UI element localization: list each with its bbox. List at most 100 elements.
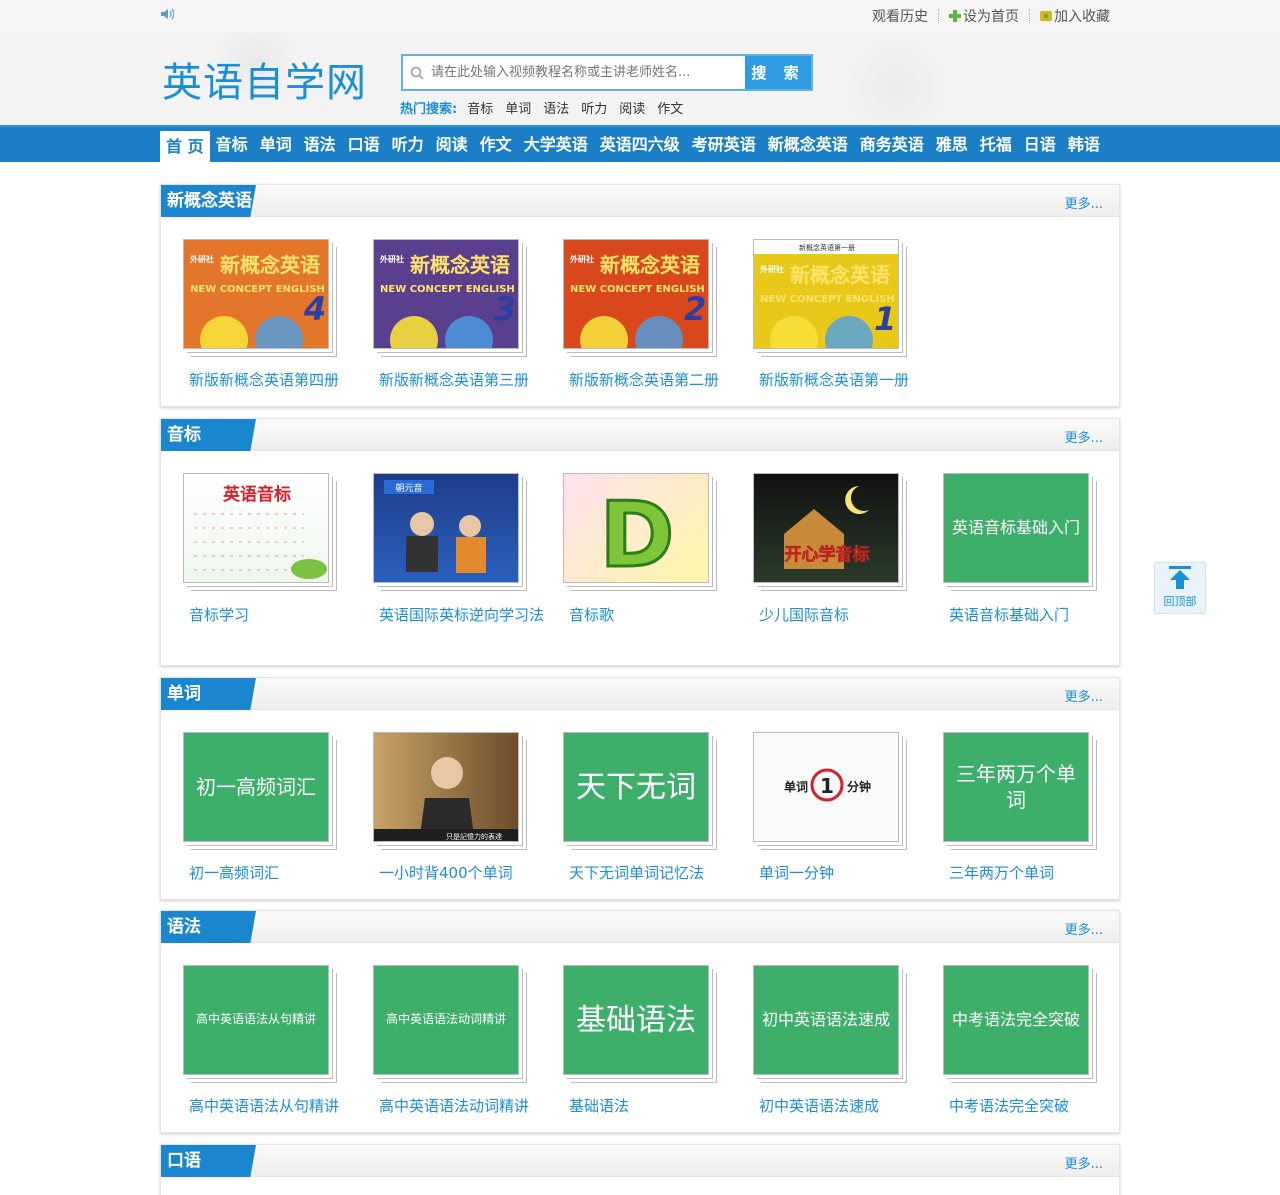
nav-item[interactable]: 音标 <box>210 127 254 162</box>
search-icon <box>403 56 431 89</box>
course-cover[interactable]: 高中英语语法动词精讲 <box>373 965 519 1075</box>
course-title-link[interactable]: 英语国际英标逆向学习法 <box>379 603 549 628</box>
more-link[interactable]: 更多... <box>1065 427 1103 446</box>
bookmark-icon <box>1040 11 1052 21</box>
site-logo[interactable]: 英语自学网 <box>162 50 367 108</box>
hot-search-item[interactable]: 阅读 <box>619 98 645 117</box>
hot-search-item[interactable]: 听力 <box>581 98 607 117</box>
watch-history-link[interactable]: 观看历史 <box>862 6 938 26</box>
course-cover[interactable]: 基础语法 <box>563 965 709 1075</box>
more-link[interactable]: 更多... <box>1065 686 1103 705</box>
course-title-link[interactable]: 初一高频词汇 <box>189 861 359 886</box>
speaker-icon[interactable] <box>160 8 174 20</box>
book-cover[interactable]: 外研社 新概念英语 NEW CONCEPT ENGLISH 4 <box>183 239 329 349</box>
course-cover[interactable]: 只是記憶力的表達 <box>373 732 519 842</box>
course-section: 音标 更多... 英语音标 音标学习 朝元音 英语国际英标逆向学习法 D 音标歌… <box>160 418 1120 666</box>
course-cover[interactable]: 英语音标 <box>183 473 329 583</box>
section-title: 新概念英语 <box>161 185 313 217</box>
hot-search-label: 热门搜索: <box>400 102 458 117</box>
add-bookmark-link[interactable]: 加入收藏 <box>1030 6 1120 26</box>
course-cover[interactable]: D <box>563 473 709 583</box>
nav-item[interactable]: 首 页 <box>160 131 210 162</box>
course-title-link[interactable]: 少儿国际音标 <box>759 603 929 628</box>
svg-text:2: 2 <box>684 290 706 328</box>
nav-item[interactable]: 商务英语 <box>854 127 930 162</box>
hot-search-item[interactable]: 单词 <box>505 98 531 117</box>
nav-item[interactable]: 考研英语 <box>686 127 762 162</box>
course-cover[interactable]: 朝元音 <box>373 473 519 583</box>
course-title-link[interactable]: 新版新概念英语第一册 <box>759 368 929 393</box>
course-title-link[interactable]: 初中英语语法速成 <box>759 1094 929 1119</box>
course-cover[interactable]: 英语音标基础入门 <box>943 473 1089 583</box>
course-cover[interactable]: 天下无词 <box>563 732 709 842</box>
section-header: 单词 更多... <box>161 678 1119 710</box>
svg-text:新概念英语: 新概念英语 <box>410 253 510 277</box>
nav-item[interactable]: 作文 <box>474 127 518 162</box>
nav-item[interactable]: 雅思 <box>930 127 974 162</box>
course-title-link[interactable]: 新版新概念英语第三册 <box>379 368 549 393</box>
search-button[interactable]: 搜 索 <box>745 56 811 89</box>
course-title-link[interactable]: 高中英语语法动词精讲 <box>379 1094 549 1119</box>
course-title-link[interactable]: 单词一分钟 <box>759 861 929 886</box>
svg-text:外研社: 外研社 <box>380 254 404 264</box>
hot-search-item[interactable]: 音标 <box>467 98 493 117</box>
add-bookmark-label: 加入收藏 <box>1054 9 1110 25</box>
set-homepage-link[interactable]: 设为首页 <box>939 6 1029 26</box>
course-title-link[interactable]: 新版新概念英语第二册 <box>569 368 739 393</box>
course-title-link[interactable]: 英语音标基础入门 <box>949 603 1119 628</box>
nav-item[interactable]: 语法 <box>298 127 342 162</box>
search-input[interactable] <box>431 56 745 89</box>
hot-search-item[interactable]: 语法 <box>543 98 569 117</box>
more-link[interactable]: 更多... <box>1065 919 1103 938</box>
course-title-link[interactable]: 基础语法 <box>569 1094 739 1119</box>
course-title-link[interactable]: 一小时背400个单词 <box>379 861 549 886</box>
section-header: 语法 更多... <box>161 911 1119 943</box>
nav-item[interactable]: 阅读 <box>430 127 474 162</box>
nav-item[interactable]: 托福 <box>974 127 1018 162</box>
course-cover[interactable]: 高中英语语法从句精讲 <box>183 965 329 1075</box>
svg-text:新概念英语: 新概念英语 <box>220 253 320 277</box>
section-title: 口语 <box>161 1145 313 1177</box>
more-link[interactable]: 更多... <box>1065 1153 1103 1172</box>
svg-text:只是記憶力的表達: 只是記憶力的表達 <box>446 832 502 841</box>
course-title-link[interactable]: 音标歌 <box>569 603 739 628</box>
course-title-link[interactable]: 新版新概念英语第四册 <box>189 368 359 393</box>
nav-item[interactable]: 韩语 <box>1062 127 1106 162</box>
course-cover[interactable]: 1 单词 分钟 <box>753 732 899 842</box>
more-link[interactable]: 更多... <box>1065 193 1103 212</box>
course-title-link[interactable]: 中考语法完全突破 <box>949 1094 1119 1119</box>
course-cover[interactable]: 三年两万个单词 <box>943 732 1089 842</box>
svg-text:外研社: 外研社 <box>760 264 784 274</box>
set-homepage-label: 设为首页 <box>963 9 1019 25</box>
course-cover[interactable]: 初中英语语法速成 <box>753 965 899 1075</box>
nav-item[interactable]: 英语四六级 <box>594 127 686 162</box>
book-cover[interactable]: 外研社 新概念英语 NEW CONCEPT ENGLISH 3 <box>373 239 519 349</box>
nav-item[interactable]: 新概念英语 <box>762 127 854 162</box>
course-section: 口语 更多... <box>160 1144 1120 1195</box>
svg-text:英语音标: 英语音标 <box>223 484 291 505</box>
nav-item[interactable]: 日语 <box>1018 127 1062 162</box>
nav-item[interactable]: 口语 <box>342 127 386 162</box>
nav-item[interactable]: 单词 <box>254 127 298 162</box>
svg-text:1: 1 <box>874 300 896 338</box>
hot-search-item[interactable]: 作文 <box>657 98 683 117</box>
nav-item[interactable]: 听力 <box>386 127 430 162</box>
course-title-link[interactable]: 高中英语语法从句精讲 <box>189 1094 359 1119</box>
nav-item[interactable]: 大学英语 <box>518 127 594 162</box>
top-bar: 观看历史 设为首页 加入收藏 <box>0 0 1280 32</box>
course-cover[interactable]: 中考语法完全突破 <box>943 965 1089 1075</box>
book-cover[interactable]: 新概念英语第一册 外研社 新概念英语 NEW CONCEPT ENGLISH 1 <box>753 239 899 349</box>
course-cover[interactable]: 开心学音标 <box>753 473 899 583</box>
course-section: 语法 更多... 高中英语语法从句精讲 高中英语语法从句精讲 高中英语语法动词精… <box>160 910 1120 1133</box>
back-to-top-button[interactable]: 回顶部 <box>1154 562 1206 614</box>
svg-text:分钟: 分钟 <box>847 779 871 794</box>
svg-text:1: 1 <box>820 774 834 798</box>
svg-text:D: D <box>600 483 675 583</box>
course-title-link[interactable]: 天下无词单词记忆法 <box>569 861 739 886</box>
svg-text:朝元音: 朝元音 <box>395 482 422 494</box>
course-title-link[interactable]: 音标学习 <box>189 603 359 628</box>
course-cover[interactable]: 初一高频词汇 <box>183 732 329 842</box>
course-title-link[interactable]: 三年两万个单词 <box>949 861 1119 886</box>
book-cover[interactable]: 外研社 新概念英语 NEW CONCEPT ENGLISH 2 <box>563 239 709 349</box>
back-to-top-label: 回顶部 <box>1163 595 1197 608</box>
